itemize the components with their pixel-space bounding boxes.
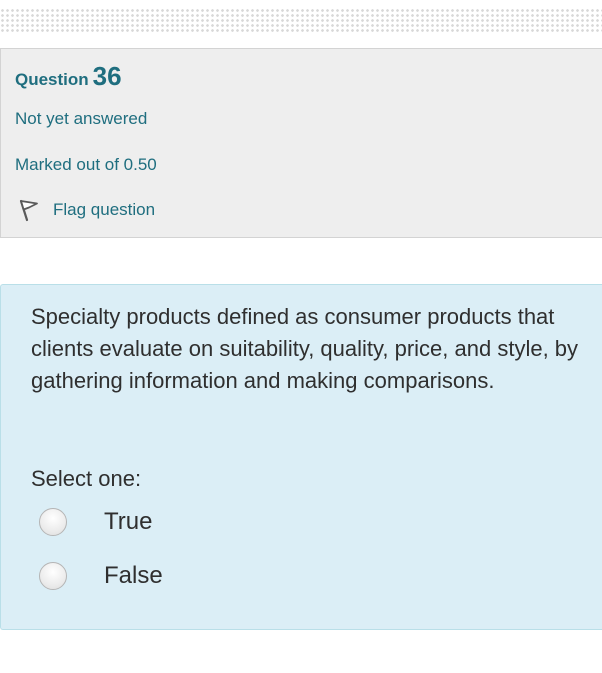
- select-one-prompt: Select one:: [31, 466, 142, 491]
- flag-icon: [15, 197, 41, 223]
- question-state: Not yet answered: [15, 109, 148, 128]
- question-content-panel: Specialty products defined as consumer p…: [0, 284, 602, 630]
- answer-label-true: True: [104, 508, 153, 535]
- flag-question-label: Flag question: [53, 200, 156, 219]
- question-text: Specialty products defined as consumer p…: [31, 304, 579, 393]
- answer-option-true[interactable]: True: [39, 508, 152, 536]
- flag-question-link[interactable]: Flag question: [15, 197, 155, 223]
- question-info-panel: Question 36 Not yet answered Marked out o…: [0, 48, 602, 238]
- question-grade: Marked out of 0.50: [15, 155, 157, 174]
- answer-label-false: False: [104, 562, 163, 589]
- radio-button-false[interactable]: [39, 562, 67, 590]
- header-dotted-strip: [0, 8, 602, 32]
- radio-button-true[interactable]: [39, 508, 67, 536]
- question-number-heading: Question 36: [15, 61, 122, 92]
- question-label: Question: [15, 70, 89, 89]
- question-number: 36: [92, 61, 122, 91]
- answer-option-false[interactable]: False: [39, 562, 163, 590]
